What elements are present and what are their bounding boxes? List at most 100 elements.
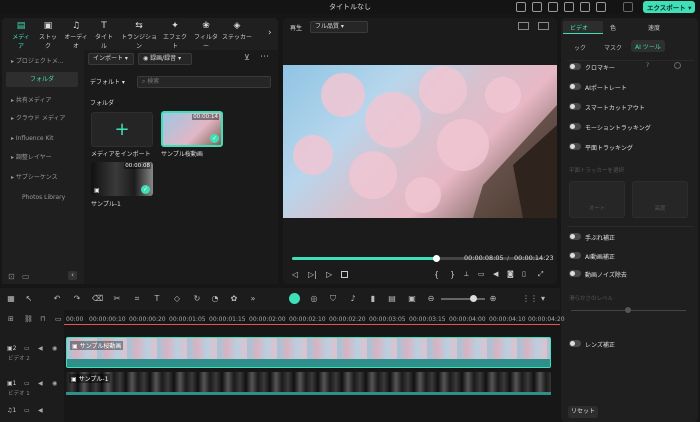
smooth-slider-handle[interactable] — [625, 307, 631, 313]
tab-media[interactable]: ▤ メディア — [10, 22, 32, 51]
zoom-slider[interactable] — [441, 298, 485, 300]
progress-handle[interactable] — [432, 255, 440, 262]
image-icon[interactable] — [538, 22, 549, 30]
grid-icon[interactable] — [580, 2, 590, 12]
redo-icon[interactable]: ↷ — [72, 294, 82, 304]
layout-icon[interactable] — [548, 2, 558, 12]
folder-icon[interactable]: ▭ — [22, 272, 30, 281]
subtab-ai-tools[interactable]: AI ツール — [631, 40, 665, 52]
advanced-track-button[interactable]: 高度 — [632, 181, 688, 218]
subtab-basic[interactable]: ック — [574, 43, 586, 52]
select-tool-icon[interactable]: ↖ — [24, 294, 34, 304]
tab-video[interactable]: ビデオ — [563, 21, 603, 34]
tab-filter[interactable]: ❀ フィルター — [192, 22, 220, 51]
audio-track-volume-icon[interactable]: ◀ — [38, 407, 43, 414]
zoom-out-icon[interactable]: ⊖ — [426, 294, 436, 304]
mark-in-icon[interactable]: { — [434, 270, 439, 279]
keyframe-icon[interactable]: ◇ — [172, 294, 182, 304]
chromakey-toggle[interactable] — [569, 63, 581, 70]
tab-transition[interactable]: ⇆ トランジション — [120, 22, 158, 51]
track-1-folder-icon[interactable]: ▭ — [24, 380, 30, 387]
link-icon[interactable]: ⛓ — [24, 315, 33, 323]
mark-out-icon[interactable]: } — [450, 270, 455, 279]
tab-audio[interactable]: ♫ オーディオ — [63, 22, 89, 51]
tab-color[interactable]: 色 — [610, 23, 616, 32]
filter-icon[interactable]: ⊻ — [244, 53, 250, 62]
track-2-folder-icon[interactable]: ▭ — [24, 345, 30, 352]
default-dropdown[interactable]: デフォルト ▾ — [90, 77, 125, 86]
audio-track-folder-icon[interactable]: ▭ — [24, 407, 30, 414]
tab-effect[interactable]: ✦ エフェクト — [161, 22, 189, 51]
tab-sticker[interactable]: ◈ ステッカー — [222, 22, 252, 42]
tab-speed[interactable]: 速度 — [648, 23, 660, 32]
quality-dropdown[interactable]: フル品質 ▾ — [310, 21, 368, 33]
collapse-icon[interactable]: ‹ — [68, 271, 77, 280]
snap-icon[interactable] — [289, 293, 300, 304]
lens-toggle[interactable] — [569, 340, 581, 347]
stabilize-toggle[interactable] — [569, 233, 581, 240]
reset-button[interactable]: リセット — [568, 406, 598, 418]
track-2-audio-icon[interactable]: ◀ — [38, 345, 43, 352]
record-dropdown[interactable]: ◉ 録画/録音 ▾ — [138, 53, 192, 65]
add-track-icon[interactable]: ⊞ — [8, 315, 14, 323]
volume-icon[interactable]: ◀ — [493, 270, 498, 278]
magnet-icon[interactable]: ⊓ — [40, 315, 45, 323]
smart-cutout-toggle[interactable] — [569, 103, 581, 110]
snapshot-icon[interactable]: ⟂ — [464, 270, 469, 279]
play-icon[interactable]: ▷ — [326, 270, 332, 279]
marker-icon[interactable]: ▮ — [368, 294, 378, 304]
clip-sakura[interactable]: ▣ サンプル桜動画 — [66, 337, 551, 368]
subtitle-icon[interactable]: ▤ — [387, 294, 397, 304]
settings-dropdown-icon[interactable]: ▾ — [538, 294, 548, 304]
speed-icon[interactable]: ◔ — [210, 294, 220, 304]
track-1-eye-icon[interactable]: ◉ — [52, 380, 57, 387]
subtab-mask[interactable]: マスク — [604, 43, 622, 52]
zoom-in-icon[interactable]: ⊕ — [488, 294, 498, 304]
layout-grid-icon[interactable]: ▦ — [6, 294, 16, 304]
lock-all-icon[interactable]: ▭ — [55, 315, 62, 323]
sidebar-item-influence[interactable]: ▸ Influence Kit — [6, 131, 78, 146]
ai-portrait-toggle[interactable] — [569, 83, 581, 90]
info-icon[interactable] — [596, 2, 606, 12]
search-input[interactable]: ⌕ 検索 — [137, 76, 271, 88]
motion-tracking-toggle[interactable] — [569, 123, 581, 130]
rewind-icon[interactable]: ◁ — [292, 270, 298, 279]
shield-icon[interactable]: ⛉ — [328, 294, 338, 304]
planar-tracking-toggle[interactable] — [569, 143, 581, 150]
step-back-icon[interactable]: ▷| — [308, 270, 317, 279]
text-icon[interactable]: T — [152, 294, 162, 304]
import-tile[interactable]: + — [91, 112, 153, 147]
compare-icon[interactable] — [518, 22, 529, 30]
folder-add-icon[interactable]: ⊡ — [8, 272, 15, 281]
media-thumb-sample1[interactable]: 00:00:08 ▣ ✓ — [91, 162, 153, 196]
denoise-toggle[interactable] — [569, 270, 581, 277]
ratio-icon[interactable]: ▯ — [522, 270, 526, 278]
delete-icon[interactable]: ⌫ — [92, 294, 103, 304]
media-thumb-sakura[interactable]: 00:00:14 ✓ — [161, 111, 223, 147]
zoom-slider-handle[interactable] — [470, 295, 477, 302]
color-icon[interactable]: ✿ — [229, 294, 239, 304]
track-2-eye-icon[interactable]: ◉ — [52, 345, 57, 352]
sidebar-item-cloud[interactable]: ▸ クラウド メディア — [6, 111, 78, 126]
clip-sample1[interactable]: ▣ サンプル-1 — [66, 372, 551, 395]
pip-icon[interactable]: ▣ — [407, 294, 417, 304]
crop-icon[interactable]: ⌗ — [132, 294, 142, 304]
rotate-icon[interactable]: ↻ — [192, 294, 202, 304]
undo-icon[interactable]: ↶ — [52, 294, 62, 304]
monitor-icon[interactable]: ▭ — [478, 270, 485, 278]
grid-view-icon[interactable]: ⋮⋮ — [522, 294, 538, 304]
mic-icon[interactable]: ♪ — [348, 294, 358, 304]
save-icon[interactable] — [564, 2, 574, 12]
more-icon[interactable]: ⋯ — [260, 52, 269, 62]
camera-icon[interactable]: ◙ — [507, 270, 514, 278]
stop-icon[interactable] — [341, 271, 348, 278]
video-preview[interactable] — [283, 65, 557, 218]
chevron-right-icon[interactable]: › — [268, 28, 272, 38]
export-button[interactable]: エクスポート ▾ — [643, 1, 695, 13]
sidebar-item-adjust[interactable]: ▸ 調整レイヤー — [6, 150, 78, 165]
cloud-icon[interactable] — [623, 2, 633, 12]
render-icon[interactable]: ◎ — [309, 294, 319, 304]
auto-track-button[interactable]: オート — [569, 181, 625, 218]
sidebar-item-folder[interactable]: フォルダ — [6, 72, 78, 87]
sidebar-item-subsequence[interactable]: ▸ サブシーケンス — [6, 170, 78, 185]
